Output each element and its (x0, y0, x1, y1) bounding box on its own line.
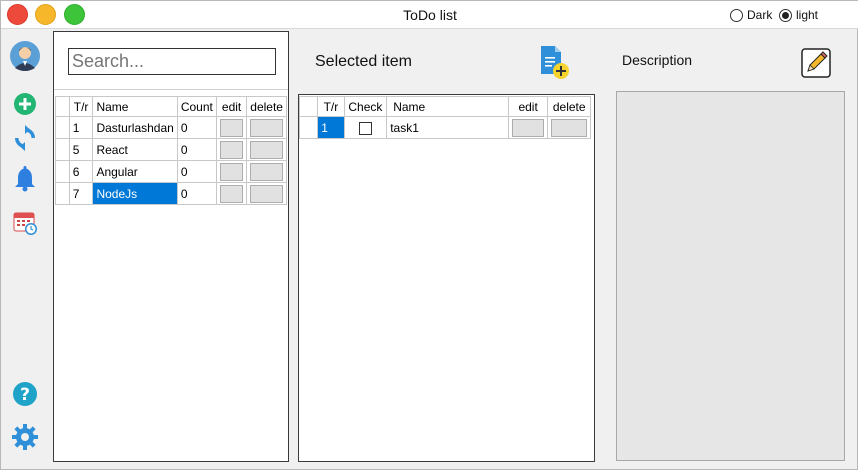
delete-button[interactable] (250, 118, 283, 137)
search-divider (54, 89, 288, 90)
lists-table: T/r Name Count edit delete 1 Dasturlashd… (55, 96, 287, 205)
table-row[interactable]: 1 Dasturlashdan 0 (55, 116, 287, 139)
row-num[interactable]: 1 (68, 116, 94, 139)
description-heading: Description (622, 52, 693, 68)
title-bar: ToDo list Dark light (1, 1, 858, 29)
app-window: ToDo list Dark light ? Search... T/r Nam… (0, 0, 858, 470)
row-edit-cell (215, 138, 248, 161)
edit-description-icon[interactable] (801, 48, 831, 78)
row-name[interactable]: React (92, 138, 178, 161)
add-icon[interactable] (10, 89, 40, 119)
row-count[interactable]: 0 (176, 182, 217, 205)
row-num[interactable]: 7 (68, 182, 94, 205)
row-header-corner (55, 96, 70, 117)
row-delete-cell (246, 116, 287, 139)
theme-light-label: light (796, 8, 819, 22)
col-header-count[interactable]: Count (176, 96, 217, 117)
refresh-icon[interactable] (10, 123, 40, 153)
bell-icon[interactable] (10, 164, 40, 194)
row-edit-cell (215, 116, 248, 139)
avatar-icon[interactable] (10, 41, 40, 71)
table-row[interactable]: 6 Angular 0 (55, 160, 287, 183)
calendar-icon[interactable] (10, 208, 40, 238)
tasks-panel (298, 94, 595, 462)
row-delete-cell (246, 160, 287, 183)
theme-dark-radio[interactable] (730, 8, 743, 22)
row-header-corner (298, 96, 319, 117)
row-name[interactable]: NodeJs (92, 182, 178, 205)
col-header-name[interactable]: Name (386, 96, 509, 117)
theme-light-radio[interactable] (779, 8, 792, 22)
col-header-check[interactable]: Check (343, 96, 388, 117)
delete-button[interactable] (551, 118, 587, 137)
theme-light-option[interactable]: light (779, 8, 818, 22)
row-header[interactable] (55, 116, 70, 139)
tasks-table-header: T/r Check Name edit delete (298, 96, 591, 117)
row-num[interactable]: 6 (68, 160, 94, 183)
row-num[interactable]: 5 (68, 138, 94, 161)
col-header-name[interactable]: Name (92, 96, 178, 117)
edit-button[interactable] (219, 162, 244, 181)
col-header-num[interactable]: T/r (317, 96, 345, 117)
col-header-delete[interactable]: delete (547, 96, 591, 117)
row-header[interactable] (55, 160, 70, 183)
edit-button[interactable] (219, 184, 244, 203)
theme-dark-label: Dark (747, 8, 773, 22)
add-task-icon[interactable] (539, 45, 571, 81)
lists-table-header: T/r Name Count edit delete (55, 96, 287, 117)
row-name[interactable]: Angular (92, 160, 178, 183)
help-icon[interactable]: ? (10, 379, 40, 409)
row-num[interactable]: 1 (317, 116, 345, 139)
delete-button[interactable] (250, 184, 283, 203)
edit-button[interactable] (219, 118, 244, 137)
delete-button[interactable] (250, 140, 283, 159)
row-edit-cell (215, 160, 248, 183)
row-header[interactable] (298, 116, 319, 139)
edit-button[interactable] (219, 140, 244, 159)
row-count[interactable]: 0 (176, 138, 217, 161)
svg-text:?: ? (20, 385, 30, 405)
col-header-delete[interactable]: delete (246, 96, 287, 117)
row-edit-cell (215, 182, 248, 205)
search-input[interactable] (68, 48, 276, 75)
col-header-edit[interactable]: edit (507, 96, 549, 117)
row-name[interactable]: task1 (386, 116, 509, 139)
row-delete-cell (246, 138, 287, 161)
table-row-selected[interactable]: 7 NodeJs 0 (55, 182, 287, 205)
edit-button[interactable] (511, 118, 545, 137)
col-header-num[interactable]: T/r (68, 96, 94, 117)
row-check-cell (343, 116, 388, 139)
description-textarea[interactable] (616, 91, 845, 461)
theme-dark-option[interactable]: Dark (730, 8, 772, 22)
row-delete-cell (547, 116, 591, 139)
table-row[interactable]: 1 task1 (298, 116, 591, 139)
col-header-edit[interactable]: edit (215, 96, 248, 117)
selected-item-heading: Selected item (315, 53, 412, 70)
row-header[interactable] (55, 182, 70, 205)
tasks-table: T/r Check Name edit delete 1 task1 (298, 96, 591, 139)
delete-button[interactable] (250, 162, 283, 181)
row-count[interactable]: 0 (176, 116, 217, 139)
row-edit-cell (507, 116, 549, 139)
row-delete-cell (246, 182, 287, 205)
row-count[interactable]: 0 (176, 160, 217, 183)
task-checkbox[interactable] (358, 121, 372, 135)
table-row[interactable]: 5 React 0 (55, 138, 287, 161)
settings-icon[interactable] (10, 422, 40, 452)
row-name[interactable]: Dasturlashdan (92, 116, 178, 139)
row-header[interactable] (55, 138, 70, 161)
